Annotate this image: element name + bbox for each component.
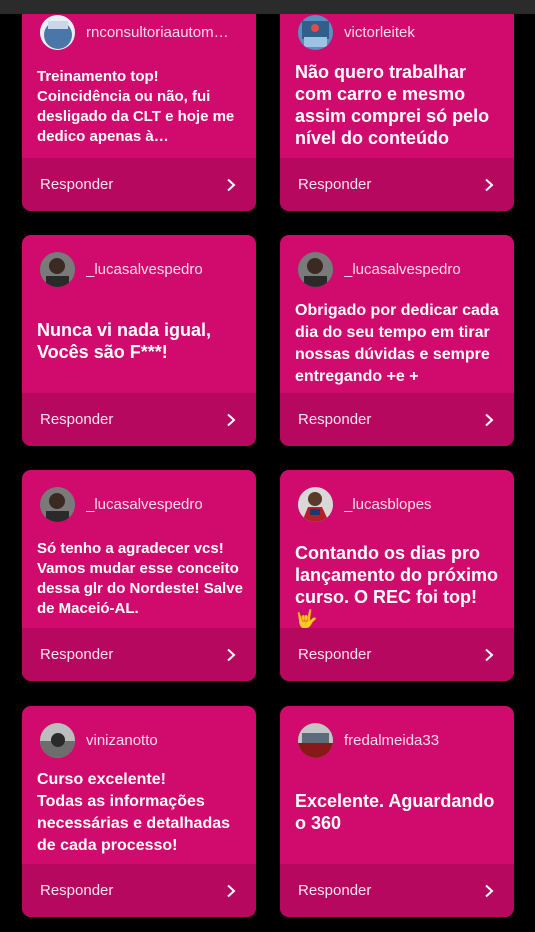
reply-button[interactable]: Responder <box>280 864 514 917</box>
card-header: fredalmeida33 <box>298 722 502 758</box>
reply-button[interactable]: Responder <box>22 628 256 681</box>
reply-message: Contando os dias pro lançamento do próxi… <box>295 543 499 629</box>
card-header: _lucasalvespedro <box>298 251 502 287</box>
avatar-icon[interactable] <box>40 14 75 50</box>
card-header: vinizanotto <box>40 722 244 758</box>
card-header: rnconsultoriaautom… <box>40 14 244 50</box>
reply-label: Responder <box>40 646 114 663</box>
chevron-right-icon <box>485 648 494 661</box>
username[interactable]: fredalmeida33 <box>344 732 439 749</box>
reply-card: _lucasalvespedro Obrigado por dedicar ca… <box>280 235 514 446</box>
avatar-icon[interactable] <box>298 722 333 758</box>
reply-card: _lucasalvespedro Nunca vi nada igual, Vo… <box>22 235 256 446</box>
chevron-right-icon <box>485 413 494 426</box>
chevron-right-icon <box>485 884 494 897</box>
reply-label: Responder <box>40 882 114 899</box>
card-header: victorleitek <box>298 14 502 50</box>
reply-card: victorleitek Não quero trabalhar com car… <box>280 0 514 211</box>
reply-button[interactable]: Responder <box>280 393 514 446</box>
reply-message: Treinamento top! Coincidência ou não, fu… <box>37 68 235 145</box>
reply-button[interactable]: Responder <box>22 158 256 211</box>
card-header: _lucasalvespedro <box>40 486 244 522</box>
avatar-icon[interactable] <box>40 722 75 758</box>
reply-card: fredalmeida33 Excelente. Aguardando o 36… <box>280 706 514 917</box>
card-header: _lucasblopes <box>298 486 502 522</box>
username[interactable]: _lucasalvespedro <box>86 496 203 513</box>
avatar-icon[interactable] <box>40 486 75 522</box>
reply-label: Responder <box>40 411 114 428</box>
reply-button[interactable]: Responder <box>22 393 256 446</box>
avatar-icon[interactable] <box>298 251 333 287</box>
username[interactable]: victorleitek <box>344 24 415 41</box>
reply-card: _lucasblopes Contando os dias pro lançam… <box>280 470 514 681</box>
username[interactable]: _lucasblopes <box>344 496 432 513</box>
reply-label: Responder <box>40 176 114 193</box>
username[interactable]: rnconsultoriaautom… <box>86 24 229 41</box>
avatar-icon[interactable] <box>298 14 333 50</box>
username[interactable]: vinizanotto <box>86 732 158 749</box>
chevron-right-icon <box>227 413 236 426</box>
reply-message: Nunca vi nada igual, Vocês são F***! <box>37 320 212 362</box>
chevron-right-icon <box>485 178 494 191</box>
username[interactable]: _lucasalvespedro <box>86 261 203 278</box>
reply-message: Obrigado por dedicar cada dia do seu tem… <box>295 302 499 385</box>
reply-label: Responder <box>298 411 372 428</box>
reply-label: Responder <box>298 176 372 193</box>
reply-card: _lucasalvespedro Só tenho a agradecer vc… <box>22 470 256 681</box>
username[interactable]: _lucasalvespedro <box>344 261 461 278</box>
chevron-right-icon <box>227 648 236 661</box>
avatar-icon[interactable] <box>40 251 75 287</box>
card-header: _lucasalvespedro <box>40 251 244 287</box>
reply-message: Não quero trabalhar com carro e mesmo as… <box>295 62 490 148</box>
reply-label: Responder <box>298 882 372 899</box>
avatar-icon[interactable] <box>298 486 333 522</box>
status-bar-strip <box>0 0 535 14</box>
reply-label: Responder <box>298 646 372 663</box>
chevron-right-icon <box>227 178 236 191</box>
story-replies-grid: rnconsultoriaautom… Treinamento top! Coi… <box>0 0 535 932</box>
reply-button[interactable]: Responder <box>280 628 514 681</box>
reply-button[interactable]: Responder <box>280 158 514 211</box>
reply-button[interactable]: Responder <box>22 864 256 917</box>
reply-message: Só tenho a agradecer vcs! Vamos mudar es… <box>37 540 243 617</box>
chevron-right-icon <box>227 884 236 897</box>
reply-card: rnconsultoriaautom… Treinamento top! Coi… <box>22 0 256 211</box>
reply-card: vinizanotto Curso excelente! Todas as in… <box>22 706 256 917</box>
reply-message: Excelente. Aguardando o 360 <box>295 791 495 833</box>
reply-message: Curso excelente! Todas as informações ne… <box>37 771 231 854</box>
